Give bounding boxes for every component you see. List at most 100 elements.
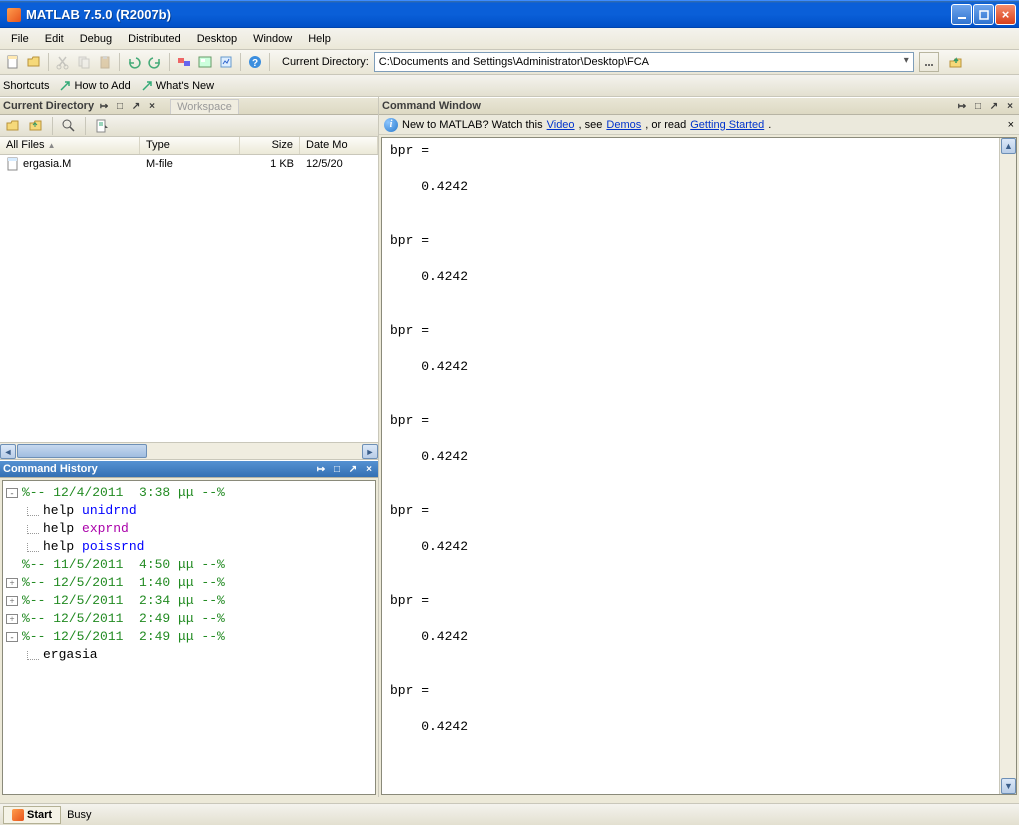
shortcut-howto[interactable]: How to Add [59, 80, 130, 92]
current-directory-label: Current Directory: [282, 56, 369, 68]
info-close-icon[interactable]: × [1008, 119, 1014, 131]
panel-undock-icon[interactable]: ↗ [130, 100, 142, 112]
shortcut-howto-label: How to Add [74, 80, 130, 92]
history-line[interactable]: +%-- 12/5/2011 1:40 μμ --% [6, 574, 372, 592]
history-line[interactable]: -%-- 12/5/2011 2:49 μμ --% [6, 628, 372, 646]
file-row[interactable]: ergasia.M M-file 1 KB 12/5/20 [0, 155, 378, 173]
command-history-header: Command History ↦ □ ↗ × [0, 460, 378, 478]
info-link-demos[interactable]: Demos [606, 119, 641, 131]
file-list: ergasia.M M-file 1 KB 12/5/20 [0, 155, 378, 442]
panel-dockarrow-icon[interactable]: ↦ [315, 463, 327, 475]
menu-desktop[interactable]: Desktop [189, 31, 245, 47]
panel-dockarrow-icon[interactable]: ↦ [98, 100, 110, 112]
info-text-mid2: , or read [645, 119, 686, 131]
undo-icon[interactable] [124, 52, 144, 72]
status-message: Busy [67, 809, 91, 821]
shortcut-whatsnew-label: What's New [156, 80, 214, 92]
history-line[interactable]: %-- 11/5/2011 4:50 μμ --% [6, 556, 372, 574]
history-line[interactable]: ergasia [6, 646, 372, 664]
history-line[interactable]: +%-- 12/5/2011 2:49 μμ --% [6, 610, 372, 628]
arrow-icon [59, 80, 71, 92]
menu-debug[interactable]: Debug [72, 31, 120, 47]
history-line[interactable]: -%-- 12/4/2011 3:38 μμ --% [6, 484, 372, 502]
workspace-tab[interactable]: Workspace [170, 99, 239, 114]
column-date[interactable]: Date Mo [300, 137, 378, 154]
panel-maximize-icon[interactable]: □ [114, 100, 126, 112]
statusbar: Start Busy [0, 803, 1019, 825]
scroll-up-icon[interactable]: ▲ [1001, 138, 1016, 154]
up-folder-icon[interactable] [26, 116, 46, 136]
titlebar: MATLAB 7.5.0 (R2007b) × [0, 0, 1019, 28]
file-table-header: All Files ▲ Type Size Date Mo [0, 137, 378, 155]
history-line[interactable]: help unidrnd [6, 502, 372, 520]
file-name: ergasia.M [23, 158, 71, 170]
scroll-right-icon[interactable]: ► [362, 444, 378, 459]
copy-icon[interactable] [74, 52, 94, 72]
menubar: File Edit Debug Distributed Desktop Wind… [0, 28, 1019, 50]
shortcut-whatsnew[interactable]: What's New [141, 80, 214, 92]
reports-icon[interactable] [92, 116, 112, 136]
horizontal-scrollbar[interactable]: ◄ ► [0, 442, 378, 459]
panel-maximize-icon[interactable]: □ [331, 463, 343, 475]
info-icon: i [384, 118, 398, 132]
current-directory-title: Current Directory [3, 100, 94, 112]
command-history-body[interactable]: -%-- 12/4/2011 3:38 μμ --%help unidrndhe… [2, 480, 376, 795]
scroll-down-icon[interactable]: ▼ [1001, 778, 1016, 794]
guide-icon[interactable] [195, 52, 215, 72]
close-button[interactable]: × [995, 4, 1016, 25]
info-text-mid1: , see [579, 119, 603, 131]
history-line[interactable]: +%-- 12/5/2011 2:34 μμ --% [6, 592, 372, 610]
current-directory-value: C:\Documents and Settings\Administrator\… [379, 56, 649, 68]
profiler-icon[interactable] [216, 52, 236, 72]
info-link-video[interactable]: Video [547, 119, 575, 131]
column-type[interactable]: Type [140, 137, 240, 154]
file-toolbar [0, 115, 378, 137]
folder-icon[interactable] [3, 116, 23, 136]
history-line[interactable]: help exprnd [6, 520, 372, 538]
panel-maximize-icon[interactable]: □ [972, 100, 984, 112]
maximize-button[interactable] [973, 4, 994, 25]
info-text-end: . [768, 119, 771, 131]
paste-icon[interactable] [95, 52, 115, 72]
menu-edit[interactable]: Edit [37, 31, 72, 47]
panel-close-icon[interactable]: × [1004, 100, 1016, 112]
menu-file[interactable]: File [3, 31, 37, 47]
mfile-icon [6, 157, 20, 171]
menu-distributed[interactable]: Distributed [120, 31, 189, 47]
panel-undock-icon[interactable]: ↗ [347, 463, 359, 475]
new-file-icon[interactable] [3, 52, 23, 72]
redo-icon[interactable] [145, 52, 165, 72]
column-allfiles[interactable]: All Files ▲ [0, 137, 140, 154]
simulink-icon[interactable] [174, 52, 194, 72]
find-icon[interactable] [59, 116, 79, 136]
file-size: 1 KB [240, 158, 300, 170]
start-button[interactable]: Start [3, 806, 61, 824]
shortcuts-bar: Shortcuts How to Add What's New [0, 75, 1019, 97]
history-line[interactable]: help poissrnd [6, 538, 372, 556]
menu-help[interactable]: Help [300, 31, 339, 47]
panel-undock-icon[interactable]: ↗ [988, 100, 1000, 112]
scroll-thumb[interactable] [17, 444, 147, 458]
info-link-gettingstarted[interactable]: Getting Started [690, 119, 764, 131]
panel-close-icon[interactable]: × [146, 100, 158, 112]
panel-dockarrow-icon[interactable]: ↦ [956, 100, 968, 112]
open-folder-icon[interactable] [24, 52, 44, 72]
browse-folder-icon[interactable] [919, 52, 939, 72]
start-button-label: Start [27, 809, 52, 821]
scroll-left-icon[interactable]: ◄ [0, 444, 16, 459]
minimize-button[interactable] [951, 4, 972, 25]
help-icon[interactable]: ? [245, 52, 265, 72]
current-directory-combo[interactable]: C:\Documents and Settings\Administrator\… [374, 52, 914, 72]
cut-icon[interactable] [53, 52, 73, 72]
vertical-scrollbar[interactable]: ▲ ▼ [999, 138, 1016, 794]
menu-window[interactable]: Window [245, 31, 300, 47]
column-size[interactable]: Size [240, 137, 300, 154]
up-folder-icon[interactable] [946, 52, 966, 72]
panel-close-icon[interactable]: × [363, 463, 375, 475]
app-icon [6, 7, 22, 23]
command-window-title: Command Window [382, 100, 481, 112]
command-output: bpr = 0.4242 bpr = 0.4242 bpr = 0.4242 b… [382, 138, 1016, 740]
command-window-body[interactable]: bpr = 0.4242 bpr = 0.4242 bpr = 0.4242 b… [381, 137, 1017, 795]
matlab-logo-icon [12, 809, 24, 821]
svg-text:?: ? [252, 58, 258, 69]
